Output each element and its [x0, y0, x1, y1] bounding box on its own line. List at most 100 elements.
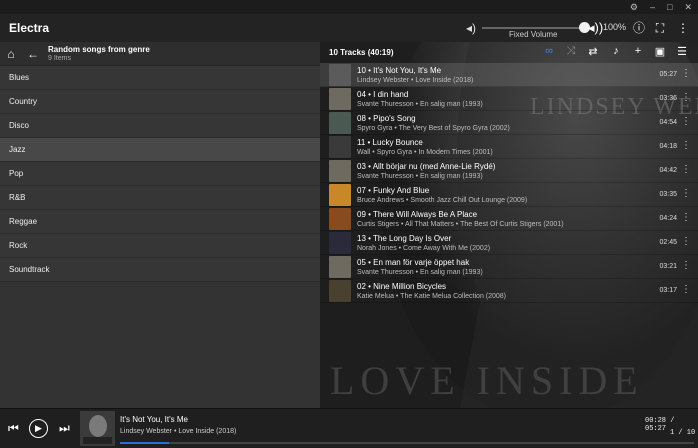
- track-position: 1 / 10: [670, 429, 696, 437]
- track-subtitle: Wall • Spyro Gyra • In Modern Times (200…: [357, 148, 493, 156]
- electra-app: ⚙ – □ ✕ Electra ◂) Fixed Volume ◂)) 100%…: [0, 0, 698, 448]
- genre-item[interactable]: Blues: [0, 66, 320, 90]
- now-playing-album-art: [80, 411, 115, 446]
- track-subtitle: Lindsey Webster • Love Inside (2018): [357, 76, 474, 84]
- track-row[interactable]: 07 • Funky And Blue Bruce Andrews • Smoot…: [320, 183, 698, 207]
- track-more-icon[interactable]: ⋮: [681, 141, 691, 151]
- track-thumbnail: [329, 231, 351, 254]
- volume-control[interactable]: ◂) Fixed Volume ◂)): [466, 14, 603, 42]
- now-playing-subtitle: Lindsey Webster • Love Inside (2018): [120, 428, 237, 435]
- track-thumbnail: [329, 135, 351, 158]
- track-thumbnail: [329, 111, 351, 134]
- genre-item[interactable]: Jazz: [0, 138, 320, 162]
- track-duration: 05:27: [659, 71, 677, 78]
- track-title: 05 • En man för varje öppet hak: [357, 257, 470, 267]
- queue-music-icon[interactable]: ♪: [609, 45, 623, 57]
- now-playing-title: It's Not You, It's Me: [120, 415, 188, 424]
- player-bar: ⏮ ▶ ⏭ It's Not You, It's Me Lindsey Webs…: [0, 408, 698, 448]
- track-row[interactable]: 11 • Lucky Bounce Wall • Spyro Gyra • In …: [320, 135, 698, 159]
- nav-subtitle: 9 Items: [48, 55, 71, 62]
- volume-percent: 100%: [603, 22, 627, 32]
- track-duration: 03:35: [659, 191, 677, 198]
- track-duration: 04:54: [659, 119, 677, 126]
- track-subtitle: Spyro Gyra • The Very Best of Spyro Gyra…: [357, 124, 510, 132]
- genre-panel-header: ⌂ ← Random songs from genre 9 Items: [0, 42, 320, 66]
- track-subtitle: Norah Jones • Come Away With Me (2002): [357, 244, 491, 252]
- track-title: 09 • There Will Always Be A Place: [357, 209, 478, 219]
- track-thumbnail: [329, 63, 351, 86]
- track-more-icon[interactable]: ⋮: [681, 93, 691, 103]
- nav-title: Random songs from genre: [48, 45, 150, 54]
- track-duration: 03:21: [659, 263, 677, 270]
- volume-high-icon[interactable]: ◂)): [588, 20, 603, 36]
- track-more-icon[interactable]: ⋮: [681, 261, 691, 271]
- genre-item[interactable]: R&B: [0, 186, 320, 210]
- track-title: 08 • Pipo's Song: [357, 113, 416, 123]
- maximize-icon[interactable]: □: [667, 0, 672, 14]
- tracklist-header: 10 Tracks (40:19) ∞ ⤨ ⇄ ♪ + ▣ ☰: [320, 42, 698, 62]
- track-row[interactable]: 04 • I din hand Svante Thuresson • En sal…: [320, 87, 698, 111]
- track-thumbnail: [329, 87, 351, 110]
- track-title: 11 • Lucky Bounce: [357, 137, 423, 147]
- track-title: 03 • Allt börjar nu (med Anne-Lie Rydé): [357, 161, 496, 171]
- track-row[interactable]: 02 • Nine Million Bicycles Katie Melua • …: [320, 279, 698, 303]
- genre-item[interactable]: Disco: [0, 114, 320, 138]
- track-more-icon[interactable]: ⋮: [681, 189, 691, 199]
- genre-item[interactable]: Reggae: [0, 210, 320, 234]
- play-button[interactable]: ▶: [29, 419, 48, 438]
- minimize-icon[interactable]: –: [650, 0, 655, 14]
- track-more-icon[interactable]: ⋮: [681, 213, 691, 223]
- track-row[interactable]: 03 • Allt börjar nu (med Anne-Lie Rydé) S…: [320, 159, 698, 183]
- info-icon[interactable]: ⓘ: [631, 20, 647, 36]
- top-bar: Electra ◂) Fixed Volume ◂)) 100% ⓘ ⛶ ⋮: [0, 14, 698, 42]
- save-icon[interactable]: ▣: [653, 45, 667, 58]
- track-duration: 04:42: [659, 167, 677, 174]
- track-subtitle: Svante Thuresson • En salig man (1993): [357, 268, 483, 276]
- volume-slider-track[interactable]: [482, 27, 582, 29]
- close-icon[interactable]: ✕: [684, 0, 692, 14]
- track-more-icon[interactable]: ⋮: [681, 69, 691, 79]
- track-thumbnail: [329, 255, 351, 278]
- shuffle-icon[interactable]: ⤨: [564, 45, 578, 58]
- track-row[interactable]: 13 • The Long Day Is Over Norah Jones • C…: [320, 231, 698, 255]
- track-thumbnail: [329, 159, 351, 182]
- track-more-icon[interactable]: ⋮: [681, 237, 691, 247]
- progress-bar[interactable]: [120, 442, 694, 444]
- genre-item[interactable]: Pop: [0, 162, 320, 186]
- swap-icon[interactable]: ⇄: [586, 45, 600, 58]
- track-list: 10 • It's Not You, It's Me Lindsey Webste…: [320, 63, 698, 303]
- genre-item[interactable]: Rock: [0, 234, 320, 258]
- track-row[interactable]: 08 • Pipo's Song Spyro Gyra • The Very Be…: [320, 111, 698, 135]
- track-title: 02 • Nine Million Bicycles: [357, 281, 447, 291]
- more-options-icon[interactable]: ⋮: [675, 20, 691, 36]
- track-more-icon[interactable]: ⋮: [681, 285, 691, 295]
- genre-item[interactable]: Country: [0, 90, 320, 114]
- track-subtitle: Svante Thuresson • En salig man (1993): [357, 172, 483, 180]
- track-duration: 02:45: [659, 239, 677, 246]
- track-thumbnail: [329, 279, 351, 302]
- repeat-icon[interactable]: ∞: [542, 45, 556, 57]
- window-titlebar: ⚙ – □ ✕: [0, 0, 698, 14]
- volume-low-icon[interactable]: ◂): [466, 21, 476, 35]
- add-icon[interactable]: +: [631, 45, 645, 57]
- track-more-icon[interactable]: ⋮: [681, 117, 691, 127]
- track-subtitle: Katie Melua • The Katie Melua Collection…: [357, 292, 507, 300]
- track-duration: 04:18: [659, 143, 677, 150]
- next-icon[interactable]: ⏭: [59, 421, 70, 436]
- previous-icon[interactable]: ⏮: [8, 421, 19, 436]
- track-more-icon[interactable]: ⋮: [681, 165, 691, 175]
- back-arrow-icon[interactable]: ←: [22, 47, 44, 61]
- fullscreen-icon[interactable]: ⛶: [652, 20, 668, 36]
- track-row[interactable]: 10 • It's Not You, It's Me Lindsey Webste…: [320, 63, 698, 87]
- settings-icon[interactable]: ⚙: [630, 0, 638, 14]
- home-icon[interactable]: ⌂: [0, 47, 22, 61]
- genre-panel: ⌂ ← Random songs from genre 9 Items Blue…: [0, 42, 320, 408]
- track-row[interactable]: 05 • En man för varje öppet hak Svante Th…: [320, 255, 698, 279]
- volume-label: Fixed Volume: [509, 30, 558, 39]
- clear-playlist-icon[interactable]: ☰: [675, 45, 689, 58]
- genre-item[interactable]: Soundtrack: [0, 258, 320, 282]
- track-title: 13 • The Long Day Is Over: [357, 233, 452, 243]
- track-duration: 03:17: [659, 287, 677, 294]
- track-title: 04 • I din hand: [357, 89, 409, 99]
- track-row[interactable]: 09 • There Will Always Be A Place Curtis …: [320, 207, 698, 231]
